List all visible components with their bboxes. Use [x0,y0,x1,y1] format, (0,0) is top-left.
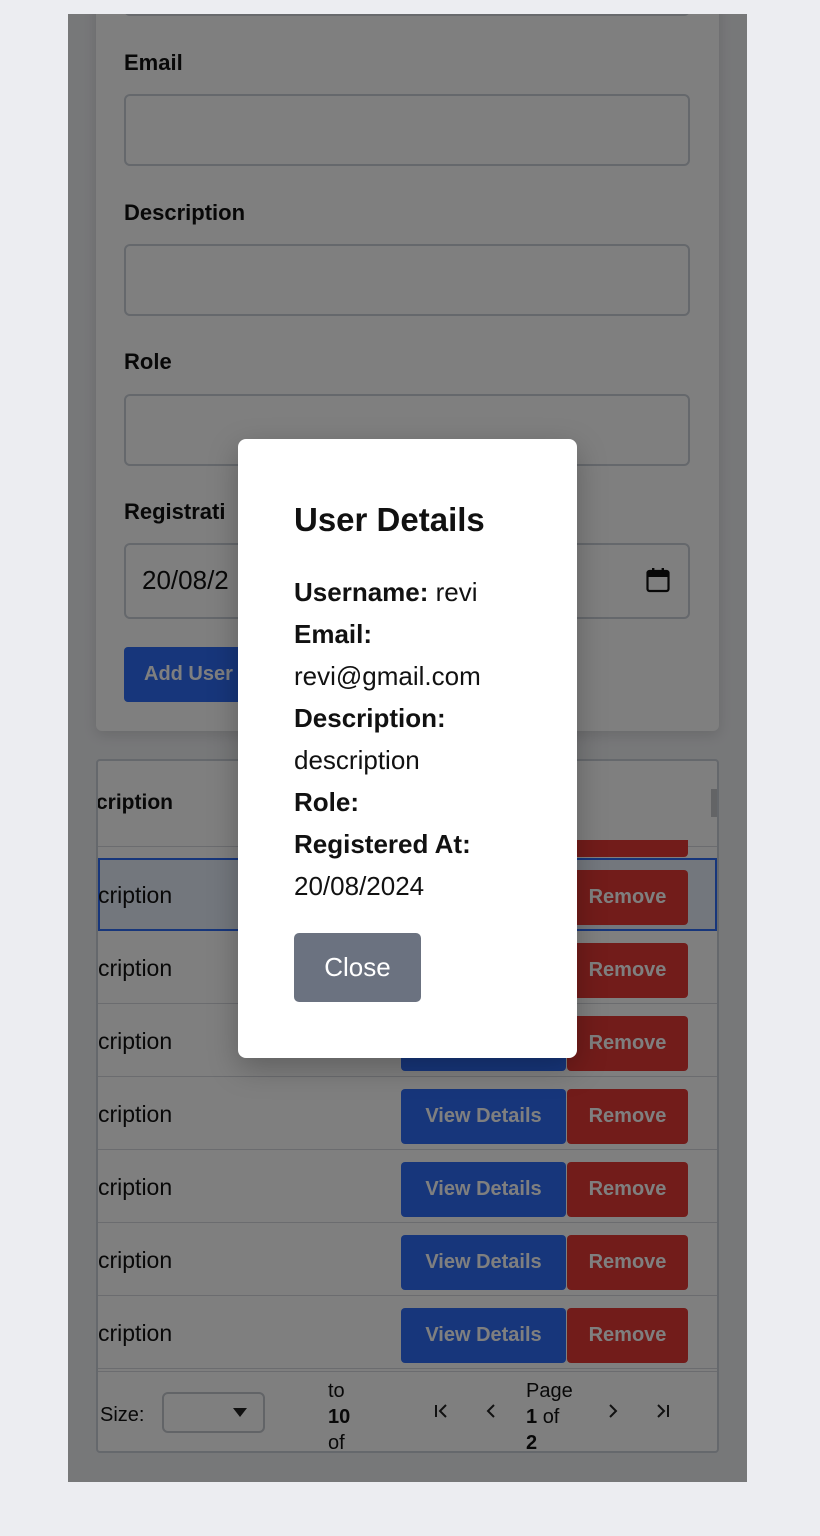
description-value: description [294,745,420,775]
email-value: revi@gmail.com [294,661,481,691]
username-value: revi [435,577,478,607]
email-label: Email: [294,619,373,649]
modal-details: Username: revi Email: revi@gmail.com Des… [294,571,544,907]
close-button[interactable]: Close [294,933,421,1002]
user-details-modal: User Details Username: revi Email: revi@… [238,439,577,1058]
description-label: Description: [294,703,446,733]
registered-at-label: Registered At: [294,829,471,859]
modal-title: User Details [294,501,485,538]
username-label: Username: [294,577,429,607]
registered-at-value: 20/08/2024 [294,871,425,901]
role-label: Role: [294,787,359,817]
